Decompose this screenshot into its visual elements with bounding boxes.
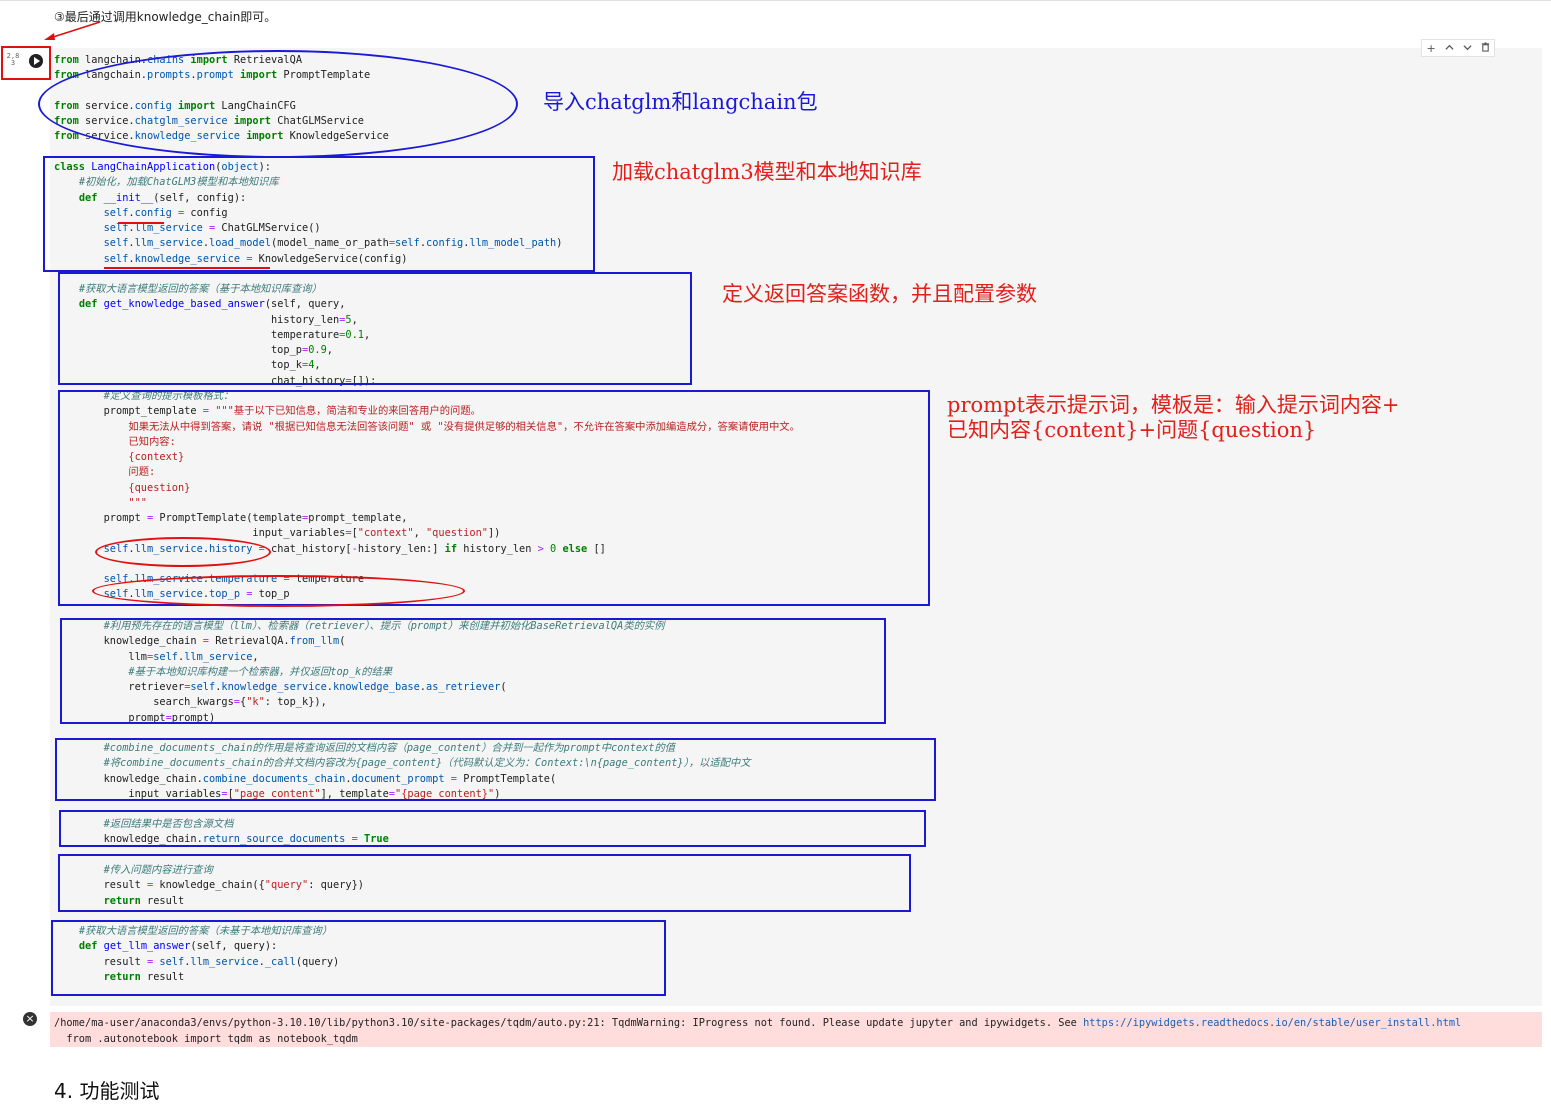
return-source-highlight-box <box>59 810 926 847</box>
stderr-output: /home/ma-user/anaconda3/envs/python-3.10… <box>50 1012 1542 1047</box>
import-annotation: 导入chatglm和langchain包 <box>543 90 818 114</box>
move-down-icon[interactable] <box>1463 42 1472 55</box>
stderr-line2: from .autonotebook import tqdm as notebo… <box>54 1032 358 1045</box>
prompt-annotation-line1: prompt表示提示词，模板是：输入提示词内容+ <box>947 393 1400 417</box>
section-heading: 4. 功能测试 <box>54 1079 160 1103</box>
import-highlight-ellipse <box>38 50 518 158</box>
move-up-icon[interactable] <box>1445 42 1454 55</box>
exec-count-highlight-box <box>1 46 51 80</box>
stderr-text: /home/ma-user/anaconda3/envs/python-3.10… <box>54 1016 1461 1047</box>
config-underline <box>118 222 164 224</box>
stderr-line1: /home/ma-user/anaconda3/envs/python-3.10… <box>54 1017 1084 1029</box>
prompt-highlight-box <box>58 390 930 606</box>
llm-answer-highlight-box <box>51 920 666 996</box>
add-cell-icon[interactable]: + <box>1426 42 1435 55</box>
combine-docs-highlight-box <box>55 738 936 801</box>
init-highlight-box <box>43 156 595 272</box>
install-docs-link[interactable]: https://ipywidgets.readthedocs.io/en/sta… <box>1083 1017 1461 1029</box>
delete-cell-icon[interactable] <box>1481 41 1490 55</box>
knowledge-service-underline <box>104 267 270 269</box>
load-annotation: 加载chatglm3模型和本地知识库 <box>612 160 922 184</box>
cell-toolbar: + <box>1421 39 1495 57</box>
history-highlight-ellipse <box>95 537 271 567</box>
top-divider <box>0 0 1551 1</box>
chain-highlight-box <box>60 618 886 724</box>
run-cell-button[interactable] <box>29 54 43 68</box>
temperature-highlight-ellipse <box>92 575 465 607</box>
answer-func-highlight-box <box>58 272 692 385</box>
query-highlight-box <box>58 854 911 912</box>
close-output-icon[interactable]: × <box>23 1012 37 1026</box>
define-annotation: 定义返回答案函数，并且配置参数 <box>722 282 1037 306</box>
prompt-annotation-line2: 已知内容{content}+问题{question} <box>947 418 1317 442</box>
